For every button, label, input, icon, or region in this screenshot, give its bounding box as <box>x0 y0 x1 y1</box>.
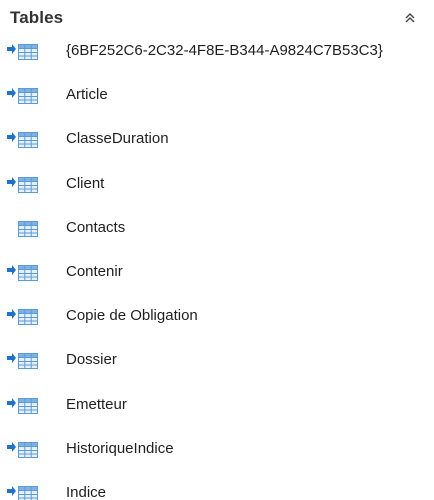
table-item[interactable]: Article <box>0 80 434 124</box>
linked-table-icon <box>6 482 48 500</box>
table-item-label: Copie de Obligation <box>66 307 198 325</box>
table-item-label: Client <box>66 174 105 192</box>
table-item[interactable]: HistoriqueIndice <box>0 434 434 478</box>
linked-table-icon <box>6 261 48 281</box>
tables-group-header[interactable]: Tables <box>0 0 434 34</box>
table-item-label: ClasseDuration <box>66 130 169 148</box>
table-item-label: Dossier <box>66 351 117 369</box>
table-item[interactable]: Client <box>0 169 434 213</box>
table-item[interactable]: Copie de Obligation <box>0 301 434 345</box>
table-item[interactable]: Indice <box>0 478 434 500</box>
linked-table-icon <box>6 438 48 458</box>
table-item-label: Contenir <box>66 262 123 280</box>
linked-table-icon <box>6 305 48 326</box>
table-item[interactable]: Contenir <box>0 257 434 301</box>
table-item[interactable]: Contacts <box>0 213 434 257</box>
table-item[interactable]: Emetteur <box>0 390 434 434</box>
table-item-label: Emetteur <box>66 395 127 413</box>
table-item-label: Article <box>66 86 108 104</box>
linked-table-icon <box>6 349 48 370</box>
linked-table-icon <box>6 173 48 193</box>
table-item[interactable]: Dossier <box>0 345 434 389</box>
linked-table-icon <box>6 394 48 414</box>
table-item[interactable]: ClasseDuration <box>0 124 434 168</box>
linked-table-icon <box>6 40 48 60</box>
linked-table-icon <box>6 84 48 105</box>
table-item[interactable]: {6BF252C6-2C32-4F8E-B344-A9824C7B53C3} <box>0 36 434 80</box>
table-item-label: Indice <box>66 483 107 500</box>
group-title: Tables <box>10 8 64 27</box>
table-item-label: HistoriqueIndice <box>66 439 174 457</box>
table-item-label: {6BF252C6-2C32-4F8E-B344-A9824C7B53C3} <box>66 42 383 59</box>
double-chevron-up-icon[interactable] <box>402 10 418 26</box>
table-item-label: Contacts <box>66 218 126 236</box>
table-list: {6BF252C6-2C32-4F8E-B344-A9824C7B53C3} Ar… <box>0 36 434 500</box>
navigation-pane: Tables {6BF252C6-2C32-4F8E-B344-A9824C7B… <box>0 0 434 500</box>
linked-table-icon <box>6 128 48 149</box>
table-icon <box>6 217 48 237</box>
